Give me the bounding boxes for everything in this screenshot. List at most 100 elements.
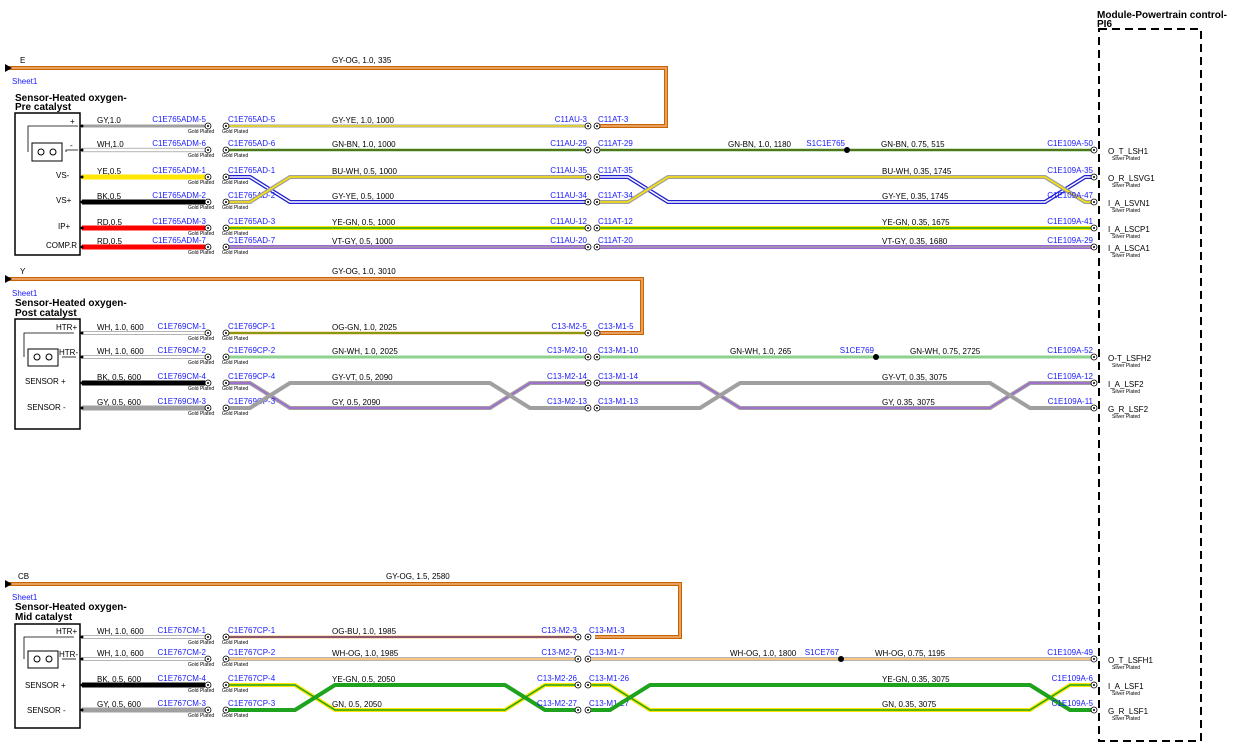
splice-label[interactable]: S1CE767 — [805, 648, 840, 657]
module-connector-label[interactable]: C1E109A-35 — [1047, 166, 1093, 175]
connector-cm-label[interactable]: C1E765ADM-2 — [152, 191, 206, 200]
connector-cp-label[interactable]: C1E767CP-2 — [228, 648, 276, 657]
connector-cm-label[interactable]: C1E769CM-4 — [158, 372, 207, 381]
wire-group: WH, 1.0, 600 C1E769CM-1 C1E769CP-1 Gold Pla… — [80, 322, 1152, 420]
connector-cp-label[interactable]: C1E765AD-3 — [228, 217, 276, 226]
junction-left-label[interactable]: C13-M2-7 — [541, 648, 577, 657]
connector-cm-label[interactable]: C1E765ADM-5 — [152, 115, 206, 124]
sheet-tag: CB — [18, 572, 29, 581]
connector-cm-label[interactable]: C1E769CM-3 — [158, 397, 207, 406]
junction-right-label[interactable]: C11AT-3 — [598, 115, 629, 124]
pin-label: HTR- — [59, 348, 78, 357]
connector-cm-label[interactable]: C1E767CM-2 — [158, 648, 207, 657]
module-title-line2: PI6 — [1097, 19, 1112, 30]
module-connector-label[interactable]: C1E109A-41 — [1047, 217, 1093, 226]
module-connector-label[interactable]: C1E109A-52 — [1047, 346, 1093, 355]
connector-cm-label[interactable]: C1E767CM-4 — [158, 674, 207, 683]
junction-left-label[interactable]: C11AU-29 — [550, 139, 587, 148]
silver-plated-label: Silver Plated — [1112, 253, 1140, 259]
connector-cp-label[interactable]: C1E765AD-5 — [228, 115, 276, 124]
module-connector-label[interactable]: C1E109A-49 — [1047, 648, 1093, 657]
wire-spec-label: WH, 1.0, 600 — [97, 347, 144, 356]
module-connector-label[interactable]: C1E109A-6 — [1052, 674, 1094, 683]
junction-right-label[interactable]: C11AT-34 — [598, 191, 633, 200]
wire-spec-label: RD,0.5 — [97, 237, 122, 246]
junction-left-label[interactable]: C13-M2-5 — [551, 322, 587, 331]
sheet-link[interactable]: Sheet1 — [12, 289, 38, 298]
connector-cp-label[interactable]: C1E765AD-6 — [228, 139, 276, 148]
junction-right-label[interactable]: C13-M1-5 — [598, 322, 634, 331]
junction-left-label[interactable]: C11AU-20 — [550, 236, 587, 245]
junction-left-label[interactable]: C13-M2-3 — [541, 626, 577, 635]
splice-label[interactable]: S1CE769 — [840, 346, 875, 355]
gold-plated-label: Gold Plated — [222, 205, 248, 211]
connector-cm-label[interactable]: C1E767CM-3 — [158, 699, 207, 708]
junction-right-label[interactable]: C13-M1-14 — [598, 372, 639, 381]
module-connector-label[interactable]: C1E109A-11 — [1048, 397, 1094, 406]
silver-plated-label: Silver Plated — [1112, 234, 1140, 240]
pin-label: VS- — [56, 171, 70, 180]
wire-spec-label: YE-GN, 0.35, 1675 — [882, 218, 950, 227]
splice-label[interactable]: S1C1E765 — [806, 139, 845, 148]
module-connector-label[interactable]: C1E109A-29 — [1047, 236, 1093, 245]
junction-right-label[interactable]: C13-M1-26 — [589, 674, 630, 683]
wire-spec-label: GY-YE, 0.35, 1745 — [882, 192, 949, 201]
junction-right-label[interactable]: C13-M1-10 — [598, 346, 639, 355]
junction-right-label[interactable]: C11AT-35 — [598, 166, 633, 175]
module-connector-label[interactable]: C1E109A-12 — [1047, 372, 1093, 381]
module-connector-label[interactable]: C1E109A-5 — [1052, 699, 1094, 708]
junction-right-label[interactable]: C13-M1-13 — [598, 397, 639, 406]
connector-cm-label[interactable]: C1E765ADM-3 — [152, 217, 206, 226]
connector-cm-label[interactable]: C1E765ADM-6 — [152, 139, 206, 148]
connector-cm-label[interactable]: C1E765ADM-7 — [152, 236, 206, 245]
junction-left-label[interactable]: C11AU-34 — [550, 191, 587, 200]
wire-spec-label: OG-GN, 1.0, 2025 — [332, 323, 397, 332]
connector-cp-label[interactable]: C1E767CP-3 — [228, 699, 276, 708]
junction-left-label[interactable]: C13-M2-10 — [547, 346, 588, 355]
junction-right-label[interactable]: C11AT-12 — [598, 217, 633, 226]
connector-cp-label[interactable]: C1E765AD-1 — [228, 166, 276, 175]
junction-left-label[interactable]: C13-M2-14 — [547, 372, 588, 381]
sheet-link[interactable]: Sheet1 — [12, 77, 38, 86]
connector-cp-label[interactable]: C1E769CP-4 — [228, 372, 276, 381]
signal-name-label: O_T_LSH1 — [1108, 147, 1149, 156]
gold-plated-label: Gold Plated — [188, 640, 214, 646]
wire-spec-label: GY,1.0 — [97, 116, 121, 125]
signal-name-label: G_R_LSF2 — [1108, 405, 1149, 414]
silver-plated-label: Silver Plated — [1112, 183, 1140, 189]
pin-label: VS+ — [56, 196, 72, 205]
junction-left-label[interactable]: C11AU-3 — [555, 115, 588, 124]
connector-cp-label[interactable]: C1E767CP-1 — [228, 626, 276, 635]
pin-label: IP+ — [58, 222, 71, 231]
junction-left-label[interactable]: C11AU-12 — [550, 217, 587, 226]
gold-plated-label: Gold Plated — [188, 205, 214, 211]
gold-plated-label: Gold Plated — [188, 386, 214, 392]
junction-right-label[interactable]: C13-M1-7 — [589, 648, 625, 657]
junction-left-label[interactable]: C13-M2-13 — [547, 397, 588, 406]
gold-plated-label: Gold Plated — [222, 360, 248, 366]
connector-cm-label[interactable]: C1E767CM-1 — [158, 626, 207, 635]
wire-spec-label: GY-VT, 0.5, 2090 — [332, 373, 393, 382]
pin-label: SENSOR - — [27, 706, 66, 715]
junction-left-label[interactable]: C13-M2-26 — [537, 674, 578, 683]
connector-cp-label[interactable]: C1E769CP-2 — [228, 346, 276, 355]
silver-plated-label: Silver Plated — [1112, 208, 1140, 214]
connector-cm-label[interactable]: C1E765ADM-1 — [152, 166, 206, 175]
connector-cp-label[interactable]: C1E767CP-4 — [228, 674, 276, 683]
connector-cm-label[interactable]: C1E769CM-1 — [158, 322, 207, 331]
junction-left-label[interactable]: C13-M2-27 — [537, 699, 578, 708]
connector-cp-label[interactable]: C1E769CP-1 — [228, 322, 276, 331]
junction-right-label[interactable]: C11AT-20 — [598, 236, 633, 245]
sheet-link[interactable]: Sheet1 — [12, 593, 38, 602]
junction-right-label[interactable]: C11AT-29 — [598, 139, 633, 148]
junction-right-label[interactable]: C13-M1-3 — [589, 626, 625, 635]
module-connector-label[interactable]: C1E109A-50 — [1047, 139, 1093, 148]
module-powertrain-control: Module-Powertrain control- PI6 — [1097, 10, 1227, 742]
module-connector-label[interactable]: C1E109A-47 — [1047, 191, 1093, 200]
wire-spec-label: GY-YE, 1.0, 1000 — [332, 116, 395, 125]
wire-spec-label: WH-OG, 1.0, 1800 — [730, 649, 797, 658]
junction-left-label[interactable]: C11AU-35 — [550, 166, 587, 175]
connector-cm-label[interactable]: C1E769CM-2 — [158, 346, 207, 355]
connector-cp-label[interactable]: C1E765AD-7 — [228, 236, 276, 245]
signal-name-label: I_A_LSF2 — [1108, 380, 1144, 389]
